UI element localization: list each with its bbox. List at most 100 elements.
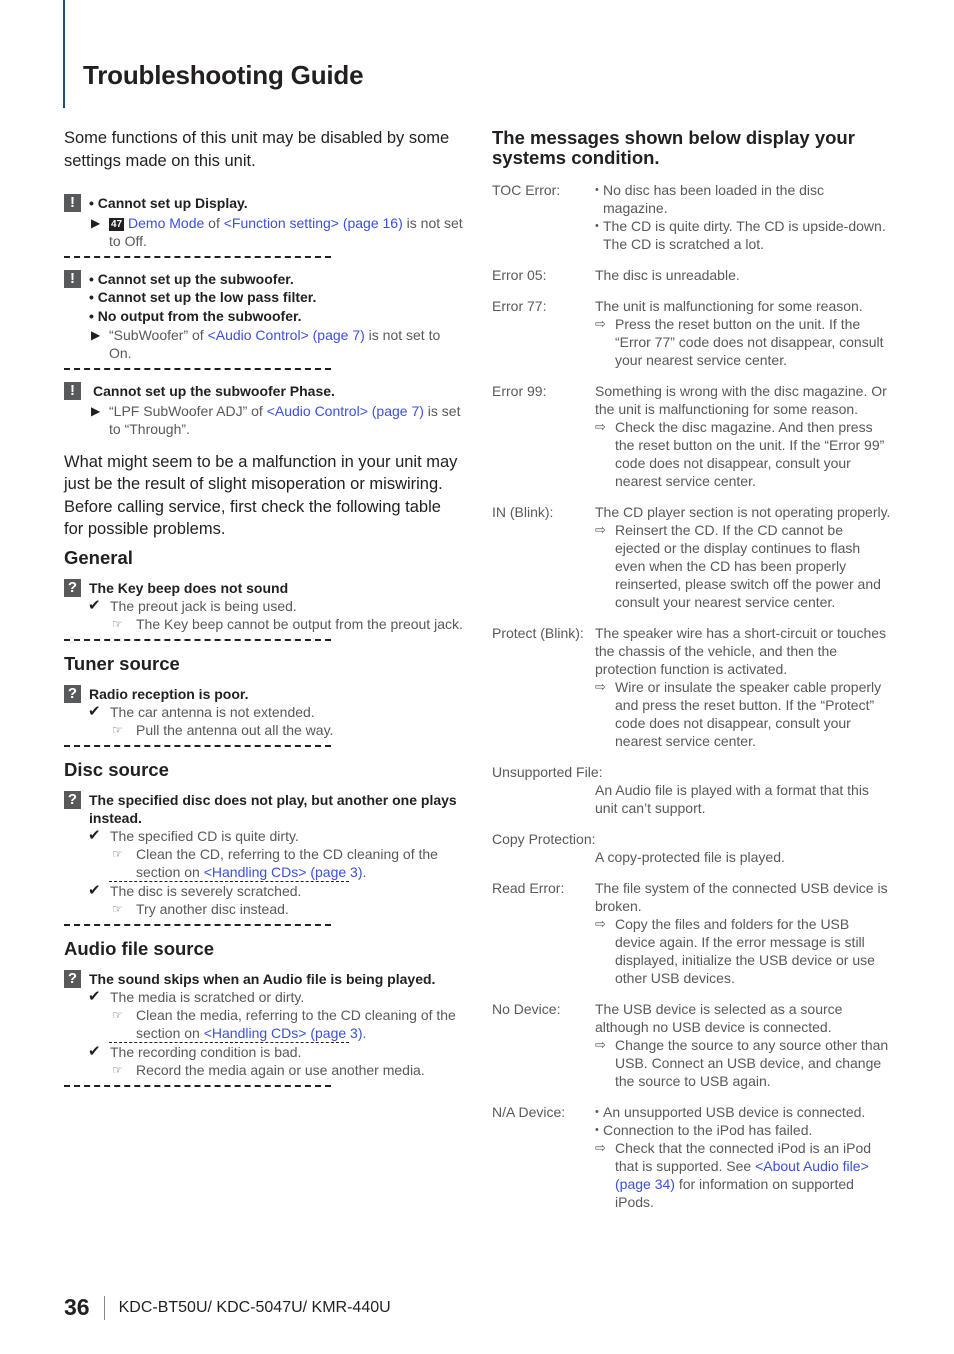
cause-text: The media is scratched or dirty.	[110, 988, 305, 1005]
question-icon: ?	[64, 790, 81, 809]
message-code: Error 05:	[492, 267, 547, 283]
message-bullet: Connection to the iPod has failed.	[595, 1121, 892, 1139]
demo-mode-link[interactable]: Demo Mode	[128, 215, 204, 231]
warning-note: ▶ “LPF SubWoofer ADJ” of <Audio Control>…	[89, 402, 464, 438]
check-icon: ✔	[88, 1042, 101, 1060]
question-icon: ?	[64, 578, 81, 597]
remedy-item: ☞ The Key beep cannot be output from the …	[90, 615, 464, 633]
cause-item: ✔ The media is scratched or dirty.	[88, 987, 464, 1006]
warning-note: ▶ “SubWoofer” of <Audio Control> (page 7…	[89, 326, 464, 362]
message-code: No Device:	[492, 1001, 561, 1017]
message-description: The unit is malfunctioning for some reas…	[595, 298, 863, 314]
message-entry-error-77: Error 77: The unit is malfunctioning for…	[492, 297, 892, 369]
message-code: IN (Blink):	[492, 504, 554, 520]
check-icon: ✔	[88, 702, 101, 720]
message-code: Error 99:	[492, 383, 547, 399]
problem-block: ? The specified disc does not play, but …	[64, 790, 464, 827]
check-icon: ✔	[88, 596, 101, 614]
cause-text: The preout jack is being used.	[110, 597, 297, 614]
remedy-item: ☞ Try another disc instead.	[90, 900, 464, 918]
message-description: The CD player section is not operating p…	[595, 504, 891, 520]
cause-text: The car antenna is not extended.	[110, 703, 315, 720]
audio-control-link[interactable]: <Audio Control> (page 7)	[208, 327, 365, 343]
cause-text: The specified CD is quite dirty.	[110, 827, 299, 844]
cause-item: ✔ The car antenna is not extended.	[88, 702, 464, 721]
message-description: The disc is unreadable.	[595, 267, 740, 283]
remedy-item: ☞ Clean the media, referring to the CD cl…	[90, 1006, 464, 1042]
warning-title: • Cannot set up Display.	[89, 195, 248, 211]
problem-block: ? The sound skips when an Audio file is …	[64, 969, 464, 988]
model-names: KDC-BT50U/ KDC-5047U/ KMR-440U	[118, 1298, 391, 1316]
check-icon: ✔	[88, 881, 101, 899]
message-entry-toc-error: TOC Error: No disc has been loaded in th…	[492, 181, 892, 253]
message-entry-unsupported-file: Unsupported File: An Audio file is playe…	[492, 763, 892, 817]
message-fix: ⇨ Change the source to any source other t…	[595, 1036, 892, 1090]
message-code: Copy Protection:	[492, 831, 596, 847]
exclamation-icon: !	[64, 382, 81, 400]
note-text: “LPF SubWoofer ADJ” of	[109, 402, 267, 419]
handling-cds-link[interactable]: <Handling CDs> (page 3)	[204, 864, 363, 880]
message-fix: ⇨ Check that the connected iPod is an iPo…	[595, 1139, 892, 1211]
function-setting-link[interactable]: <Function setting> (page 16)	[224, 215, 403, 231]
section-heading-disc: Disc source	[64, 758, 169, 780]
warning-title: Cannot set up the subwoofer Phase.	[93, 383, 335, 399]
message-description: The file system of the connected USB dev…	[595, 880, 888, 914]
right-column: The messages shown below display your sy…	[492, 128, 892, 1224]
fix-text: Change the source to any source other th…	[615, 1037, 889, 1089]
problem-title: The sound skips when an Audio file is be…	[89, 970, 436, 987]
left-column: Some functions of this unit may be disab…	[64, 127, 464, 1099]
handling-cds-link[interactable]: <Handling CDs> (page 3)	[204, 1025, 363, 1041]
pointing-hand-icon: ☞	[112, 1062, 123, 1077]
problem-block: ? Radio reception is poor.	[64, 684, 464, 703]
pointing-hand-icon: ☞	[112, 616, 123, 631]
pointing-hand-icon: ☞	[112, 901, 123, 916]
cause-item: ✔ The preout jack is being used.	[88, 596, 464, 615]
message-entry-error-05: Error 05: The disc is unreadable.	[492, 266, 892, 284]
audio-control-link[interactable]: <Audio Control> (page 7)	[267, 403, 424, 419]
question-icon: ?	[64, 969, 81, 988]
cause-item: ✔ The recording condition is bad.	[88, 1042, 464, 1061]
pointing-hand-icon: ☞	[112, 1007, 123, 1022]
section-heading-audio-file: Audio file source	[64, 937, 215, 959]
fix-text: Press the reset button on the unit. If t…	[615, 316, 884, 368]
dashed-divider	[64, 744, 331, 747]
warning-title: • Cannot set up the low pass filter.	[89, 289, 317, 305]
message-description: The speaker wire has a short-circuit or …	[595, 625, 887, 677]
remedy-text: .	[362, 1024, 367, 1041]
section-heading-general: General	[64, 546, 133, 568]
problem-block: ? The Key beep does not sound	[64, 578, 464, 597]
cause-text: The disc is severely scratched.	[110, 882, 302, 899]
remedy-text: Pull the antenna out all the way.	[136, 721, 334, 738]
message-description: A copy-protected file is played.	[595, 849, 785, 865]
message-fix: ⇨ Press the reset button on the unit. If …	[595, 315, 892, 369]
fix-text: Wire or insulate the speaker cable prope…	[615, 679, 882, 749]
message-code: N/A Device:	[492, 1104, 566, 1120]
message-entry-no-device: No Device: The USB device is selected as…	[492, 1000, 892, 1090]
dashed-divider	[64, 368, 331, 370]
message-code: Unsupported File:	[492, 764, 603, 780]
troubleshooting-intro: What might seem to be a malfunction in y…	[64, 452, 458, 539]
remedy-text: The Key beep cannot be output from the p…	[136, 615, 463, 632]
warning-note: ▶ 47 Demo Mode of <Function setting> (pa…	[89, 214, 464, 250]
hollow-arrow-icon: ⇨	[595, 1140, 606, 1155]
message-description: The USB device is selected as a source a…	[595, 1001, 843, 1035]
hollow-arrow-icon: ⇨	[595, 522, 606, 537]
hollow-arrow-icon: ⇨	[595, 916, 606, 931]
exclamation-icon: !	[64, 194, 81, 212]
page-title: Troubleshooting Guide	[83, 60, 364, 90]
message-description: Something is wrong with the disc magazin…	[595, 383, 887, 417]
message-fix: ⇨ Copy the files and folders for the USB …	[595, 915, 892, 987]
message-fix: ⇨ Wire or insulate the speaker cable prop…	[595, 678, 892, 750]
remedy-text: Try another disc instead.	[136, 900, 289, 917]
triangle-arrow-icon: ▶	[91, 215, 101, 230]
problem-title: The Key beep does not sound	[89, 579, 289, 596]
problem-title: The specified disc does not play, but an…	[89, 791, 457, 826]
function-number-badge: 47	[109, 217, 125, 231]
hollow-arrow-icon: ⇨	[595, 1037, 606, 1052]
pointing-hand-icon: ☞	[112, 846, 123, 861]
warning-title: • No output from the subwoofer.	[89, 307, 302, 324]
check-icon: ✔	[88, 987, 101, 1005]
message-code: TOC Error:	[492, 182, 561, 198]
warning-block: ! Cannot set up the subwoofer Phase. ▶ “…	[64, 382, 464, 438]
footer-divider	[103, 1295, 105, 1320]
